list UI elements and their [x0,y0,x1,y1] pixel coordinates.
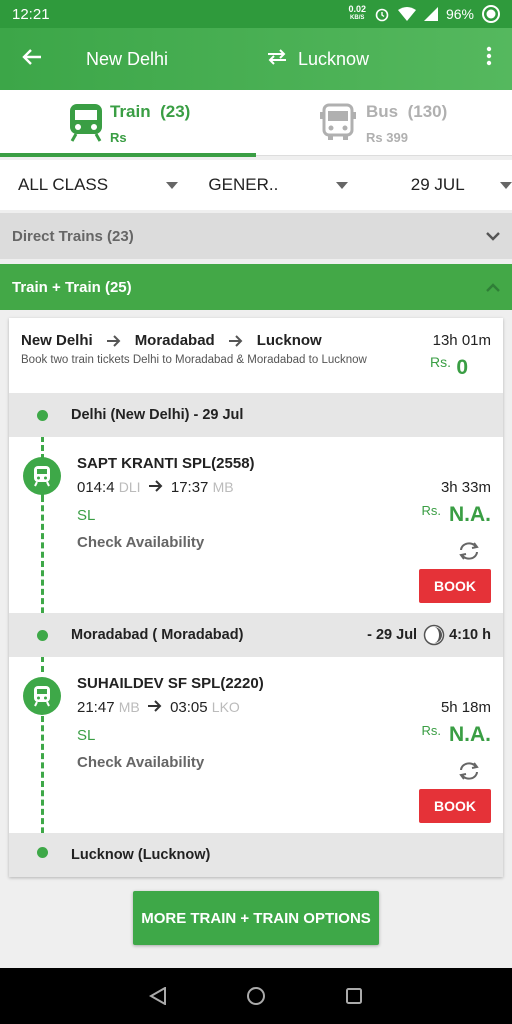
arrow-right-icon [147,700,162,712]
train-icon [70,104,102,142]
total-price-value: 0 [456,356,468,379]
timeline-dot [37,410,48,421]
connection-card: New Delhi Moradabad Lucknow Book two tra… [9,318,503,877]
train-train-header[interactable]: Train + Train (25) [0,264,512,310]
chevron-up-icon [486,282,500,292]
train-leg-2: SUHAILDEV SF SPL(2220) 21:47 MB 03:05 LK… [9,657,503,833]
route-summary: New Delhi Moradabad Lucknow [21,332,322,349]
total-price-label: Rs. [430,354,451,370]
bus-icon [320,103,356,140]
stop-destination: Lucknow (Lucknow) [9,833,503,877]
class-dropdown[interactable]: ALL CLASS [0,175,179,195]
wifi-icon [397,7,416,21]
back-nav-icon[interactable] [149,987,167,1005]
train-class: SL [77,507,96,524]
recents-nav-icon[interactable] [345,987,363,1005]
arrow-right-icon [148,480,163,492]
train-class: SL [77,727,96,744]
stop-transfer: Moradabad ( Moradabad) - 29 Jul 4:10 h [9,613,503,657]
signal-icon [423,7,438,21]
direct-trains-header[interactable]: Direct Trains (23) [0,213,512,259]
timeline-dot [37,847,48,858]
chevron-down-icon [500,181,512,189]
status-bar: 12:21 0.02 KB/S 96% [0,0,512,28]
price-label: Rs. [421,503,442,518]
overflow-menu-button[interactable] [466,45,512,73]
more-vert-icon [486,46,492,66]
train-leg-icon [23,457,61,495]
chevron-down-icon [486,231,500,241]
train-duration: 5h 18m [440,699,491,716]
timeline-dot [37,630,48,641]
swap-button[interactable] [256,46,298,72]
tab-bus[interactable]: Bus (130) Rs 399 [256,90,512,156]
tab-train[interactable]: Train (23) Rs [0,90,256,157]
train-name: SUHAILDEV SF SPL(2220) [77,675,264,692]
check-availability-link[interactable]: Check Availability [77,754,204,771]
chevron-down-icon [335,181,348,189]
arrow-right-icon [106,334,121,347]
train-name: SAPT KRANTI SPL(2558) [77,455,255,472]
clock-icon [423,624,445,646]
price-value: N.A. [449,503,491,526]
total-duration: 13h 01m [432,332,491,349]
quota-dropdown[interactable]: GENER.. [208,175,348,195]
refresh-icon[interactable] [457,541,481,561]
swap-icon [268,49,286,65]
train-leg-icon [23,677,61,715]
alarm-icon [375,8,389,22]
train-times: 014:4 DLI 17:37 MB [77,479,234,496]
stop-origin: Delhi (New Delhi) - 29 Jul [9,393,503,437]
home-nav-icon[interactable] [246,986,266,1006]
back-button[interactable] [0,45,64,73]
train-times: 21:47 MB 03:05 LKO [77,699,240,716]
price-value: N.A. [449,723,491,746]
arrow-right-icon [228,334,243,347]
more-options-button[interactable]: MORE TRAIN + TRAIN OPTIONS [133,891,379,945]
date-dropdown[interactable]: 29 JUL [411,175,512,195]
refresh-icon[interactable] [457,761,481,781]
filter-bar: ALL CLASS GENER.. 29 JUL [0,160,512,210]
system-nav-bar [0,968,512,1024]
book-button[interactable]: BOOK [419,569,491,603]
origin-city[interactable]: New Delhi [64,49,256,70]
mode-tabs: Train (23) Rs Bus (130) Rs 399 [0,90,512,157]
price-label: Rs. [421,723,442,738]
check-availability-link[interactable]: Check Availability [77,534,204,551]
destination-city[interactable]: Lucknow [298,49,466,70]
network-speed: 0.02 KB/S [348,4,366,22]
chevron-down-icon [166,181,179,189]
battery-icon [482,5,500,23]
train-leg-1: SAPT KRANTI SPL(2558) 014:4 DLI 17:37 MB… [9,437,503,613]
status-time: 12:21 [12,5,50,23]
route-description: Book two train tickets Delhi to Moradaba… [21,354,367,366]
book-button[interactable]: BOOK [419,789,491,823]
back-arrow-icon [22,49,41,65]
app-bar: New Delhi Lucknow [0,28,512,90]
train-duration: 3h 33m [440,479,491,496]
battery-percent: 96% [445,6,474,22]
